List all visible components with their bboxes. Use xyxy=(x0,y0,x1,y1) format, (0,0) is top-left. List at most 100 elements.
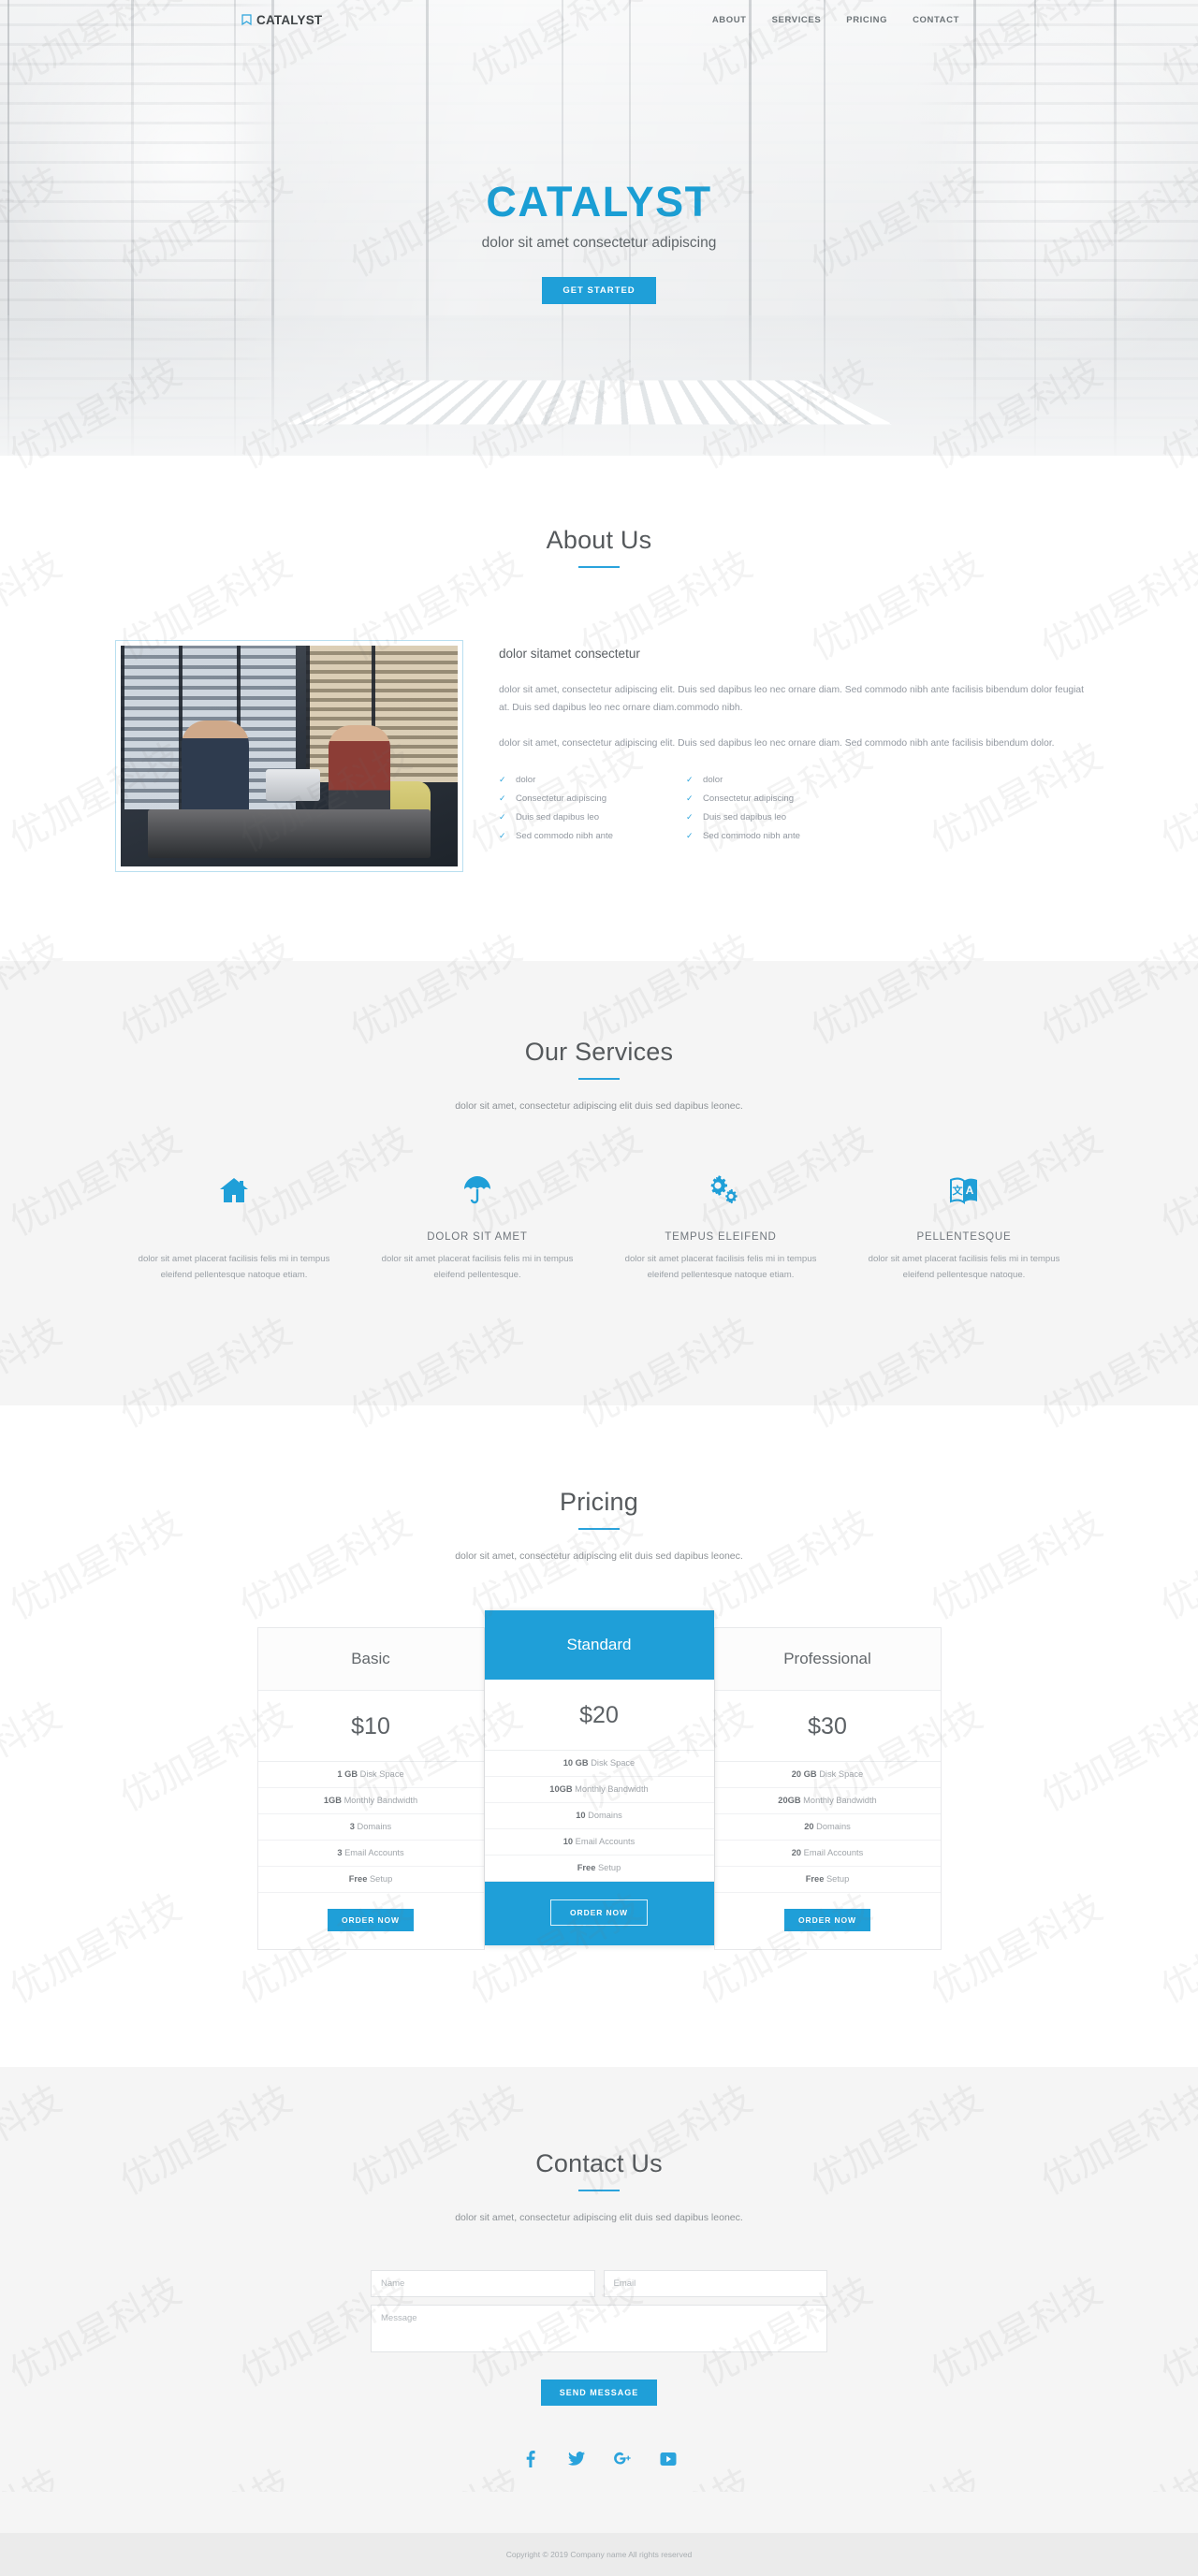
nav-item-services[interactable]: SERVICES xyxy=(772,15,822,25)
get-started-button[interactable]: GET STARTED xyxy=(542,277,656,304)
brand-logo[interactable]: CATALYST xyxy=(241,13,322,27)
plan-feature-value: 10 xyxy=(576,1811,586,1821)
plan-feature-label: Setup xyxy=(595,1863,621,1873)
plan-feature-label: Setup xyxy=(367,1874,393,1885)
plan-features: 1 GB Disk Space 1GB Monthly Bandwidth 3 … xyxy=(257,1762,484,1893)
contact-title: Contact Us xyxy=(535,2148,663,2177)
list-item: ✓ dolor xyxy=(499,770,613,789)
services-title-rule xyxy=(578,1078,620,1080)
check-icon: ✓ xyxy=(686,830,694,840)
nav-item-about[interactable]: ABOUT xyxy=(712,15,747,25)
service-desc: dolor sit amet placerat facilisis felis … xyxy=(868,1254,1060,1280)
contact-lead: dolor sit amet, consectetur adipiscing e… xyxy=(455,2211,743,2223)
plan-feature: 20 Domains xyxy=(714,1814,941,1841)
plan-price: $20 xyxy=(484,1680,714,1751)
gears-icon xyxy=(618,1170,824,1211)
plan-feature: 10 Email Accounts xyxy=(484,1829,714,1856)
service-title: PELLENTESQUE xyxy=(916,1231,1012,1243)
services-section: Our Services dolor sit amet, consectetur… xyxy=(0,961,1198,1405)
bookmark-icon xyxy=(241,14,252,25)
pricing-section: Pricing dolor sit amet, consectetur adip… xyxy=(0,1404,1198,2067)
list-item-label: Sed commodo nibh ante xyxy=(703,830,800,841)
plan-feature-value: 20 GB xyxy=(791,1769,817,1780)
about-feature-lists: ✓ dolor ✓ Consectetur adipiscing ✓ Duis sed… xyxy=(499,770,1086,845)
email-input[interactable] xyxy=(603,2269,827,2297)
plan-feature-label: Email Accounts xyxy=(342,1848,404,1858)
plan-price: $30 xyxy=(714,1691,941,1762)
nav-item-contact[interactable]: CONTACT xyxy=(913,15,959,25)
message-input[interactable] xyxy=(371,2304,827,2352)
plan-feature-value: Free xyxy=(348,1874,368,1885)
plan-feature: Free Setup xyxy=(257,1867,484,1893)
hero-section: CATALYST ABOUT SERVICES PRICING CONTACT … xyxy=(0,0,1198,456)
hero-floor-decor xyxy=(0,315,1198,456)
plan-feature: 20 Email Accounts xyxy=(714,1841,941,1867)
twitter-icon[interactable] xyxy=(567,2451,585,2467)
nav-links: ABOUT SERVICES PRICING CONTACT xyxy=(712,15,959,25)
list-item: ✓ Duis sed dapibus leo xyxy=(686,808,800,826)
youtube-icon[interactable] xyxy=(660,2451,677,2467)
list-item-label: Sed commodo nibh ante xyxy=(516,830,613,841)
list-item-label: Duis sed dapibus leo xyxy=(703,811,787,822)
service-title: DOLOR SIT AMET xyxy=(427,1231,528,1243)
plan-name: Professional xyxy=(714,1627,941,1691)
plan-feature: 10 GB Disk Space xyxy=(484,1751,714,1777)
umbrella-icon xyxy=(374,1170,580,1211)
plan-feature-value: 1GB xyxy=(323,1796,342,1806)
home-icon xyxy=(131,1170,337,1211)
services-title: Our Services xyxy=(524,1038,674,1066)
pricing-title: Pricing xyxy=(560,1487,638,1516)
plan-feature-value: Free xyxy=(577,1863,596,1873)
plan-feature: Free Setup xyxy=(484,1856,714,1882)
service-card-4: A 文 PELLENTESQUE dolor sit amet placerat… xyxy=(842,1170,1086,1284)
plan-feature-value: 10GB xyxy=(549,1784,573,1795)
plan-feature-value: 1 GB xyxy=(337,1769,358,1780)
services-grid: dolor sit amet placerat facilisis felis … xyxy=(112,1170,1086,1284)
plan-feature: 1 GB Disk Space xyxy=(257,1762,484,1788)
list-item-label: Consectetur adipiscing xyxy=(703,793,795,804)
google-plus-icon[interactable] xyxy=(613,2451,631,2467)
copyright-text: Copyright © 2019 Company name All rights… xyxy=(505,2549,693,2559)
main-navigation: CATALYST ABOUT SERVICES PRICING CONTACT xyxy=(0,0,1198,39)
plan-feature-label: Monthly Bandwidth xyxy=(800,1796,877,1806)
plan-feature-value: 10 GB xyxy=(562,1758,589,1768)
order-now-button-basic[interactable]: ORDER NOW xyxy=(328,1908,414,1931)
plan-feature: 3 Email Accounts xyxy=(257,1841,484,1867)
plan-feature-value: 20 xyxy=(804,1822,814,1832)
plan-feature: 10GB Monthly Bandwidth xyxy=(484,1777,714,1803)
about-list-left: ✓ dolor ✓ Consectetur adipiscing ✓ Duis sed… xyxy=(499,770,613,845)
plan-name: Standard xyxy=(484,1609,714,1680)
plan-feature: Free Setup xyxy=(714,1867,941,1893)
order-now-button-professional[interactable]: ORDER NOW xyxy=(784,1908,870,1931)
pricing-grid: Basic $10 1 GB Disk Space 1GB Monthly Ba… xyxy=(112,1609,1086,1950)
plan-feature: 1GB Monthly Bandwidth xyxy=(257,1788,484,1814)
send-message-button[interactable]: SEND MESSAGE xyxy=(540,2379,658,2406)
hero-content: CATALYST dolor sit amet consectetur adip… xyxy=(0,181,1198,304)
contact-form: SEND MESSAGE xyxy=(371,2269,827,2406)
list-item: ✓ Sed commodo nibh ante xyxy=(499,826,613,845)
plan-feature-label: Disk Space xyxy=(358,1769,404,1780)
about-heading: dolor sitamet consectetur xyxy=(499,647,640,661)
check-icon: ✓ xyxy=(499,793,506,803)
service-desc: dolor sit amet placerat facilisis felis … xyxy=(381,1254,574,1280)
order-now-button-standard[interactable]: ORDER NOW xyxy=(550,1899,648,1926)
service-card-3: TEMPUS ELEIFEND dolor sit amet placerat … xyxy=(599,1170,842,1284)
plan-feature-label: Email Accounts xyxy=(801,1848,864,1858)
check-icon: ✓ xyxy=(499,774,506,784)
pricing-plan-professional: Professional $30 20 GB Disk Space 20GB M… xyxy=(713,1626,942,1950)
nav-item-pricing[interactable]: PRICING xyxy=(846,15,887,25)
about-list-right: ✓ dolor ✓ Consectetur adipiscing ✓ Duis sed… xyxy=(686,770,800,845)
facebook-icon[interactable] xyxy=(522,2450,539,2467)
name-input[interactable] xyxy=(371,2269,595,2297)
plan-feature: 20 GB Disk Space xyxy=(714,1762,941,1788)
list-item: ✓ Sed commodo nibh ante xyxy=(686,826,800,845)
about-title-rule xyxy=(578,566,620,568)
plan-feature: 10 Domains xyxy=(484,1803,714,1829)
plan-name: Basic xyxy=(257,1627,484,1691)
check-icon: ✓ xyxy=(499,830,506,840)
plan-features: 20 GB Disk Space 20GB Monthly Bandwidth … xyxy=(714,1762,941,1893)
plan-feature-value: 20 xyxy=(791,1848,802,1858)
check-icon: ✓ xyxy=(686,774,694,784)
about-paragraph-2: dolor sit amet, consectetur adipiscing e… xyxy=(499,738,1055,750)
check-icon: ✓ xyxy=(686,811,694,822)
